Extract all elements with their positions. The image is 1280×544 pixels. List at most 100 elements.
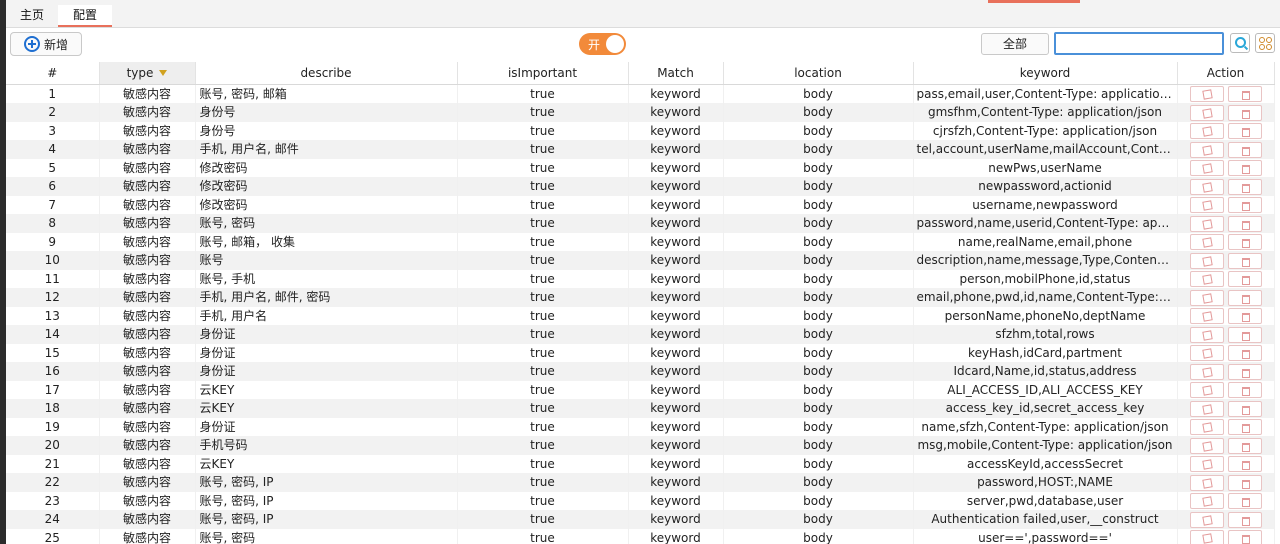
table-row[interactable]: 7 敏感内容 修改密码 true keyword body username,newpass… xyxy=(6,195,1275,214)
column-header-keyword[interactable]: keyword xyxy=(913,62,1178,85)
delete-button[interactable] xyxy=(1227,326,1262,343)
edit-button[interactable] xyxy=(1189,326,1224,343)
delete-button[interactable] xyxy=(1227,345,1262,361)
column-header-index[interactable]: # xyxy=(6,62,100,85)
table-row[interactable]: 10 敏感内容 账号 true keyword body description,name,… xyxy=(6,251,1275,270)
edit-button[interactable] xyxy=(1189,160,1224,176)
edit-button[interactable] xyxy=(1189,252,1224,269)
table-row[interactable]: 2 敏感内容 身份号 true keyword body gmsfhm,Content-Ty… xyxy=(6,103,1275,122)
column-header-describe[interactable]: describe xyxy=(195,62,458,85)
edit-button[interactable] xyxy=(1189,308,1224,324)
edit-button[interactable] xyxy=(1189,530,1224,544)
edit-button[interactable] xyxy=(1189,197,1224,213)
column-header-match[interactable]: Match xyxy=(628,62,724,85)
scope-all-button[interactable]: 全部 xyxy=(981,33,1049,55)
row-actions xyxy=(1177,528,1275,544)
edit-button[interactable] xyxy=(1189,382,1224,398)
edit-button[interactable] xyxy=(1189,234,1224,250)
edit-button[interactable] xyxy=(1189,104,1224,121)
edit-icon xyxy=(1201,403,1213,415)
table-row[interactable]: 16 敏感内容 身份证 true keyword body Idcard,Name,id,s… xyxy=(6,362,1275,381)
delete-button[interactable] xyxy=(1227,197,1262,213)
edit-button[interactable] xyxy=(1189,178,1224,195)
delete-button[interactable] xyxy=(1227,382,1262,398)
edit-button[interactable] xyxy=(1189,511,1224,528)
edit-button[interactable] xyxy=(1189,474,1224,491)
table-row[interactable]: 1 敏感内容 账号, 密码, 邮箱 true keyword body pass,email… xyxy=(6,84,1275,103)
delete-button[interactable] xyxy=(1227,215,1262,232)
table-row[interactable]: 5 敏感内容 修改密码 true keyword body newPws,userName xyxy=(6,158,1275,177)
tab-home[interactable]: 主页 xyxy=(16,5,48,27)
edit-button[interactable] xyxy=(1189,215,1224,232)
delete-button[interactable] xyxy=(1227,419,1262,435)
table-row[interactable]: 19 敏感内容 身份证 true keyword body name,sfzh,Conten… xyxy=(6,417,1275,436)
enable-toggle[interactable]: 开 xyxy=(579,33,626,55)
delete-button[interactable] xyxy=(1227,252,1262,269)
delete-button[interactable] xyxy=(1227,474,1262,491)
delete-button[interactable] xyxy=(1227,178,1262,195)
edit-button[interactable] xyxy=(1189,363,1224,380)
add-button[interactable]: 新增 xyxy=(10,32,82,56)
grid-button[interactable] xyxy=(1255,33,1275,53)
delete-button[interactable] xyxy=(1227,530,1262,544)
edit-button[interactable] xyxy=(1189,345,1224,361)
delete-button[interactable] xyxy=(1227,234,1262,250)
delete-button[interactable] xyxy=(1227,141,1262,158)
edit-button[interactable] xyxy=(1189,123,1224,139)
rules-table-container[interactable]: # type describe isImportant Match locati… xyxy=(6,62,1280,544)
table-row[interactable]: 24 敏感内容 账号, 密码, IP true keyword body Authentic… xyxy=(6,510,1275,529)
delete-button[interactable] xyxy=(1227,104,1262,121)
delete-button[interactable] xyxy=(1227,511,1262,528)
table-row[interactable]: 25 敏感内容 账号, 密码 true keyword body user==',passw… xyxy=(6,528,1275,544)
column-header-type[interactable]: type xyxy=(99,62,196,85)
delete-button[interactable] xyxy=(1227,493,1262,509)
table-row[interactable]: 9 敏感内容 账号, 邮箱， 收集 true keyword body name,realN… xyxy=(6,232,1275,251)
tab-config[interactable]: 配置 xyxy=(58,5,112,27)
row-actions xyxy=(1177,325,1275,344)
table-row[interactable]: 6 敏感内容 修改密码 true keyword body newpassword,acti… xyxy=(6,177,1275,196)
column-header-location[interactable]: location xyxy=(723,62,914,85)
trash-icon xyxy=(1241,202,1250,211)
edit-button[interactable] xyxy=(1189,400,1224,417)
edit-button[interactable] xyxy=(1189,419,1224,435)
delete-button[interactable] xyxy=(1227,400,1262,417)
column-header-isimportant[interactable]: isImportant xyxy=(457,62,629,85)
edit-button[interactable] xyxy=(1189,86,1224,102)
table-row[interactable]: 14 敏感内容 身份证 true keyword body sfzhm,total,rows xyxy=(6,325,1275,344)
row-keyword: accessKeyId,accessSecret xyxy=(913,454,1178,473)
delete-button[interactable] xyxy=(1227,271,1262,287)
delete-button[interactable] xyxy=(1227,308,1262,324)
search-input[interactable] xyxy=(1054,32,1224,55)
delete-button[interactable] xyxy=(1227,86,1262,102)
table-row[interactable]: 18 敏感内容 云KEY true keyword body access_key_id,s… xyxy=(6,399,1275,418)
delete-button[interactable] xyxy=(1227,456,1262,472)
delete-button[interactable] xyxy=(1227,289,1262,306)
table-row[interactable]: 21 敏感内容 云KEY true keyword body accessKeyId,acc… xyxy=(6,454,1275,473)
table-row[interactable]: 22 敏感内容 账号, 密码, IP true keyword body password,… xyxy=(6,473,1275,492)
table-row[interactable]: 15 敏感内容 身份证 true keyword body keyHash,idCard,p… xyxy=(6,343,1275,362)
table-row[interactable]: 23 敏感内容 账号, 密码, IP true keyword body server,pw… xyxy=(6,491,1275,510)
table-row[interactable]: 11 敏感内容 账号, 手机 true keyword body person,mobilP… xyxy=(6,269,1275,288)
row-actions xyxy=(1177,288,1275,307)
row-type: 敏感内容 xyxy=(99,103,196,122)
table-row[interactable]: 3 敏感内容 身份号 true keyword body cjrsfzh,Content-T… xyxy=(6,121,1275,140)
table-row[interactable]: 4 敏感内容 手机, 用户名, 邮件 true keyword body tel,accou… xyxy=(6,140,1275,159)
edit-button[interactable] xyxy=(1189,493,1224,509)
row-type: 敏感内容 xyxy=(99,510,196,529)
table-row[interactable]: 13 敏感内容 手机, 用户名 true keyword body personName,p… xyxy=(6,306,1275,325)
table-row[interactable]: 12 敏感内容 手机, 用户名, 邮件, 密码 true keyword body emai… xyxy=(6,288,1275,307)
delete-button[interactable] xyxy=(1227,160,1262,176)
filter-icon[interactable] xyxy=(159,70,168,77)
edit-button[interactable] xyxy=(1189,289,1224,306)
table-row[interactable]: 20 敏感内容 手机号码 true keyword body msg,mobile,Cont… xyxy=(6,436,1275,455)
table-row[interactable]: 17 敏感内容 云KEY true keyword body ALI_ACCESS_ID,A… xyxy=(6,380,1275,399)
edit-button[interactable] xyxy=(1189,271,1224,287)
edit-button[interactable] xyxy=(1189,141,1224,158)
edit-button[interactable] xyxy=(1189,456,1224,472)
delete-button[interactable] xyxy=(1227,363,1262,380)
delete-button[interactable] xyxy=(1227,123,1262,139)
table-row[interactable]: 8 敏感内容 账号, 密码 true keyword body password,name,… xyxy=(6,214,1275,233)
delete-button[interactable] xyxy=(1227,437,1262,454)
edit-button[interactable] xyxy=(1189,437,1224,454)
search-button[interactable] xyxy=(1230,33,1250,53)
